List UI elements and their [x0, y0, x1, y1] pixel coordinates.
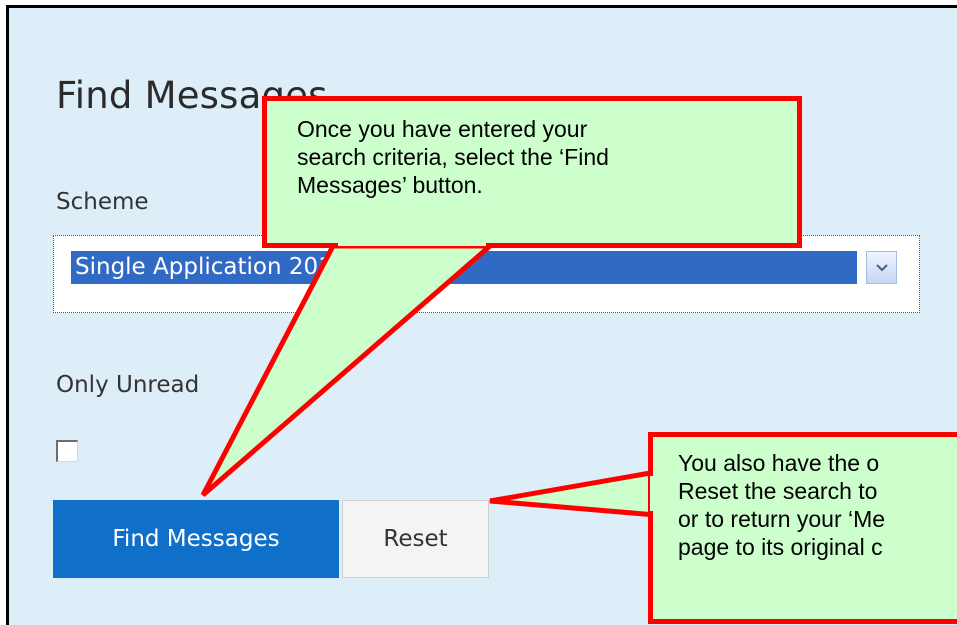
callout-reset-line-1: You also have the o	[678, 450, 880, 476]
chevron-down-icon[interactable]	[866, 251, 897, 284]
only-unread-checkbox[interactable]	[56, 440, 78, 462]
callout-reset: You also have the o Reset the search to …	[648, 432, 957, 624]
callout-reset-line-4: page to its original c	[678, 534, 883, 560]
callout-find-line-2: search criteria, select the ‘Find	[297, 144, 609, 170]
scheme-label: Scheme	[56, 189, 149, 215]
callout-find-messages: Once you have entered your search criter…	[262, 96, 802, 248]
callout-find-line-3: Messages’ button.	[297, 172, 483, 198]
callout-reset-line-3: or to return your ‘Me	[678, 506, 886, 532]
find-messages-button[interactable]: Find Messages	[53, 500, 339, 578]
only-unread-label: Only Unread	[56, 372, 200, 398]
scheme-select-value[interactable]: Single Application 2013	[70, 250, 858, 285]
reset-button[interactable]: Reset	[342, 500, 489, 578]
callout-find-line-1: Once you have entered your	[297, 116, 588, 142]
callout-reset-line-2: Reset the search to	[678, 478, 878, 504]
